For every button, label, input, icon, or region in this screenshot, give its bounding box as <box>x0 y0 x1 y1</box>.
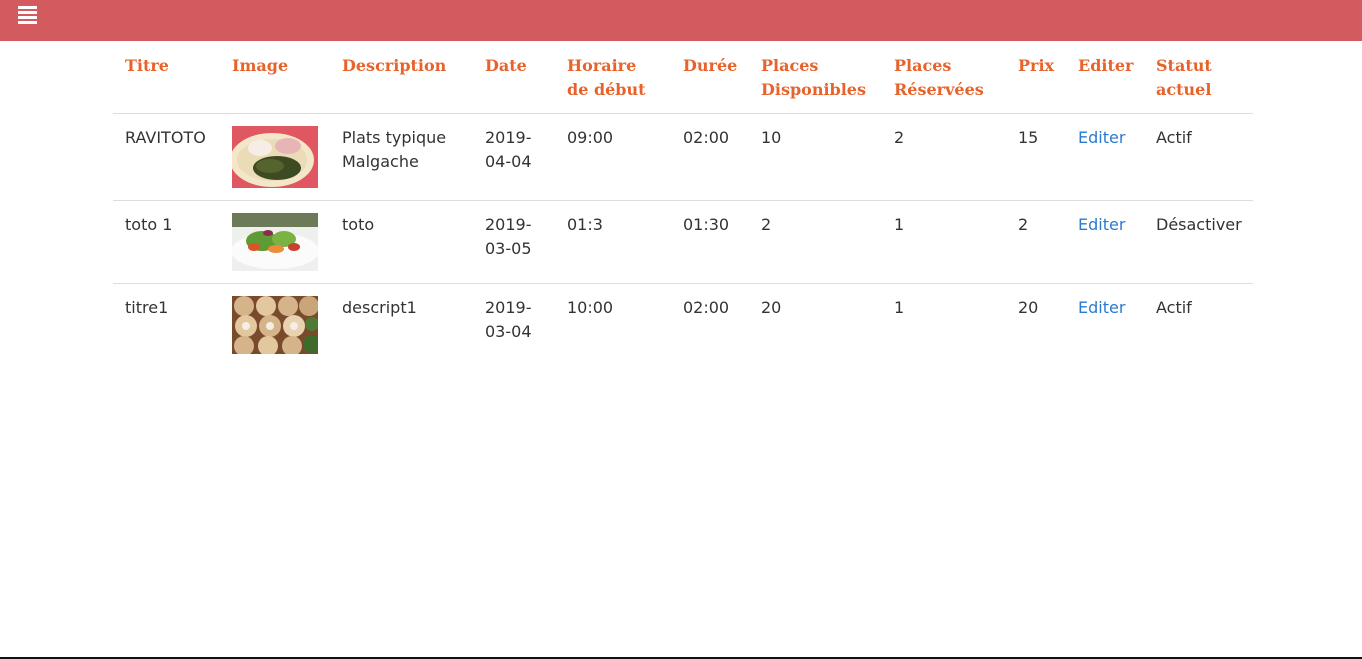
dim-sum-baskets-image <box>232 296 318 354</box>
cell-editer: Editer <box>1066 113 1144 201</box>
cell-date: 2019-03-04 <box>485 298 532 341</box>
cell-duree: 02:00 <box>671 113 749 201</box>
cell-titre: titre1 <box>125 298 169 317</box>
cell-horaire: 09:00 <box>555 113 671 201</box>
column-header-duree: Durée <box>671 45 749 114</box>
events-table-container: Titre Image Description Date Horaire de … <box>113 45 1253 366</box>
cell-titre: RAVITOTO <box>113 113 220 201</box>
table-row: toto 1 toto 2019-03-05 01:3 01:30 2 1 2 … <box>113 200 1253 284</box>
cell-date: 2019-04-04 <box>473 113 555 201</box>
column-header-date: Date <box>473 45 555 114</box>
table-header-row: Titre Image Description Date Horaire de … <box>113 45 1253 114</box>
column-header-description: Description <box>330 45 473 114</box>
cell-description: toto <box>330 200 473 284</box>
cell-image <box>220 284 330 367</box>
hamburger-menu-icon[interactable] <box>18 6 38 26</box>
cell-places-reservees: 1 <box>882 200 1006 284</box>
cell-duree: 02:00 <box>683 298 730 317</box>
column-header-statut: Statut actuel <box>1144 45 1253 114</box>
column-header-titre: Titre <box>113 45 220 114</box>
cell-statut: Actif <box>1144 113 1253 201</box>
cell-horaire: 10:00 <box>567 298 614 317</box>
salad-plate-image <box>232 213 318 271</box>
column-header-image: Image <box>220 45 330 114</box>
cell-prix: 15 <box>1006 113 1066 201</box>
column-header-places-reservees: Places Réservées <box>882 45 1006 114</box>
table-row: RAVITOTO Plats typique Malgache 2019-04- <box>113 113 1253 201</box>
cell-image <box>220 113 330 201</box>
column-header-prix: Prix <box>1006 45 1066 114</box>
cell-description: descript1 <box>342 298 417 317</box>
column-header-editer: Editer <box>1066 45 1144 114</box>
cell-prix: 20 <box>1018 298 1039 317</box>
top-navbar <box>0 0 1362 41</box>
edit-link[interactable]: Editer <box>1078 298 1125 317</box>
edit-link[interactable]: Editer <box>1078 128 1125 147</box>
cell-duree: 01:30 <box>671 200 749 284</box>
cell-places-disponibles: 10 <box>749 113 882 201</box>
column-header-places-disponibles: Places Disponibles <box>749 45 882 114</box>
cell-places-reservees: 1 <box>894 298 905 317</box>
cell-statut: Désactiver <box>1144 200 1253 284</box>
cell-editer: Editer <box>1066 284 1144 367</box>
table-row: titre1 descript1 2019-03-04 10:00 02:00 … <box>113 284 1253 367</box>
events-table: Titre Image Description Date Horaire de … <box>113 45 1253 366</box>
cell-places-reservees: 2 <box>882 113 1006 201</box>
column-header-horaire: Horaire de début <box>555 45 671 114</box>
edit-link[interactable]: Editer <box>1078 215 1125 234</box>
cell-date: 2019-03-05 <box>473 200 555 284</box>
cell-statut: Actif <box>1156 298 1192 317</box>
cell-description: Plats typique Malgache <box>330 113 473 201</box>
cell-places-disponibles: 20 <box>761 298 782 317</box>
cell-editer: Editer <box>1066 200 1144 284</box>
cell-places-disponibles: 2 <box>749 200 882 284</box>
malagasy-dish-image <box>232 126 318 188</box>
cell-horaire: 01:3 <box>555 200 671 284</box>
cell-prix: 2 <box>1006 200 1066 284</box>
cell-image <box>220 200 330 284</box>
cell-titre: toto 1 <box>113 200 220 284</box>
